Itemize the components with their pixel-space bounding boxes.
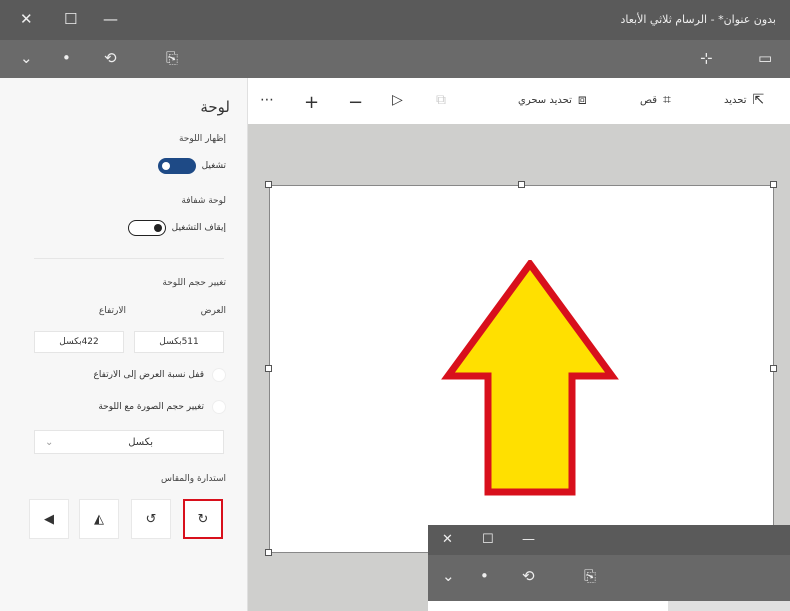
up-arrow-shape[interactable] [440,260,620,500]
crop-button[interactable]: قص ⌗ [640,92,671,108]
lock-ratio-label: قفل نسبة العرض إلى الارتفاع [93,370,204,380]
flip-vertical-icon: ◭ [94,511,104,527]
canvas-panel: لوحة إظهار اللوحة تشغيل لوحة شفافة إيقاف… [0,78,248,611]
paste-icon[interactable]: ⎘ [166,51,178,66]
view-icon[interactable]: ⊹ [700,51,713,66]
flip-horizontal-button[interactable]: ◀ [29,499,69,539]
dot-icon[interactable]: • [480,569,489,584]
more-button[interactable]: ⋯ [260,92,274,108]
resize-image-checkbox[interactable] [212,400,226,414]
unit-value: بكسل [128,436,153,448]
resize-image-row[interactable]: تغيير حجم الصورة مع اللوحة [98,400,226,414]
more-icon: ⋯ [260,92,274,108]
command-bar: ⋯ + − ▷ ⧉ تحديد سحري ⧈ قص ⌗ تحديد ⇱ [248,80,790,124]
zoom-in-button[interactable]: + [304,92,319,113]
transparent-canvas-toggle[interactable] [127,220,166,236]
undo-icon[interactable]: ⟲ [522,569,535,584]
resize-handle[interactable] [770,365,777,372]
copy-button[interactable]: ⧉ [436,92,446,108]
crop-icon: ⌗ [663,92,671,108]
magic-select-label: تحديد سحري [518,94,572,106]
select-button[interactable]: تحديد ⇱ [724,92,764,108]
transparent-canvas-toggle-row: إيقاف التشغيل [127,220,226,236]
rotate-left-button[interactable]: ↺ [131,499,171,539]
close-icon[interactable]: ✕ [20,12,33,27]
unit-dropdown[interactable]: بكسل ⌄ [34,430,224,454]
menu-chevron-icon[interactable]: ⌄ [442,569,455,584]
resize-handle[interactable] [770,181,777,188]
height-input[interactable]: 422بكسل [34,331,124,353]
minimize-icon[interactable]: — [103,12,118,27]
maximize-icon[interactable]: ☐ [482,533,494,546]
magic-select-icon: ⧈ [577,92,587,108]
lock-ratio-row[interactable]: قفل نسبة العرض إلى الارتفاع [93,368,226,382]
rotate-right-icon: ↻ [197,511,209,527]
resize-handle[interactable] [265,549,272,556]
undo-icon[interactable]: ⟲ [104,51,117,66]
lasso-icon: ▷ [392,92,403,108]
show-canvas-toggle[interactable] [157,158,196,174]
resize-image-label: تغيير حجم الصورة مع اللوحة [98,402,204,412]
second-window-toolbar: ⌄ • ⟲ ⎘ [428,555,790,601]
resize-handle[interactable] [265,365,272,372]
select-label: تحديد [724,94,747,106]
transparent-canvas-state: إيقاف التشغيل [171,223,226,233]
lock-ratio-checkbox[interactable] [212,368,226,382]
magic-select-button[interactable]: تحديد سحري ⧈ [518,92,587,108]
menu-chevron-icon[interactable]: ⌄ [20,51,33,66]
show-canvas-state: تشغيل [201,161,226,171]
maximize-icon[interactable]: ☐ [64,12,77,27]
height-label: الارتفاع [98,306,126,316]
rotate-flip-label: استدارة والمقاس [161,474,226,484]
close-icon[interactable]: ✕ [442,533,453,546]
flip-horizontal-icon: ◀ [44,511,54,527]
rotate-right-button[interactable]: ↻ [183,499,223,539]
panel-icon[interactable]: ▭ [758,51,772,66]
resize-handle[interactable] [518,181,525,188]
chevron-down-icon: ⌄ [45,436,54,448]
second-window-workspace [668,601,790,611]
flip-vertical-button[interactable]: ◭ [79,499,119,539]
resize-canvas-label: تغيير حجم اللوحة [162,278,226,288]
panel-title: لوحة [200,98,230,116]
crop-label: قص [640,94,658,106]
title-bar: ✕ ☐ — بدون عنوان* - الرسام ثلاثي الأبعاد [0,0,790,40]
divider [34,258,224,259]
paste-icon[interactable]: ⎘ [584,569,596,584]
width-label: العرض [200,306,226,316]
minimize-icon[interactable]: — [522,533,535,546]
cursor-icon: ⇱ [752,92,765,108]
rotate-left-icon: ↺ [145,511,157,527]
lasso-button[interactable]: ▷ [392,92,403,108]
window-title: بدون عنوان* - الرسام ثلاثي الأبعاد [620,13,776,26]
transparent-canvas-label: لوحة شفافة [181,196,226,206]
dot-icon[interactable]: • [62,51,71,66]
resize-handle[interactable] [265,181,272,188]
minus-icon: − [348,92,364,113]
second-window-title-bar: ✕ ☐ — [428,525,790,555]
zoom-out-button[interactable]: − [348,92,363,113]
plus-icon: + [304,92,320,113]
copy-icon: ⧉ [436,92,446,108]
width-input[interactable]: 511بكسل [134,331,224,353]
top-toolbar: ⌄ • ⟲ ⎘ ⊹ ▭ [0,40,790,78]
show-canvas-label: إظهار اللوحة [178,134,226,144]
show-canvas-toggle-row: تشغيل [157,158,226,174]
